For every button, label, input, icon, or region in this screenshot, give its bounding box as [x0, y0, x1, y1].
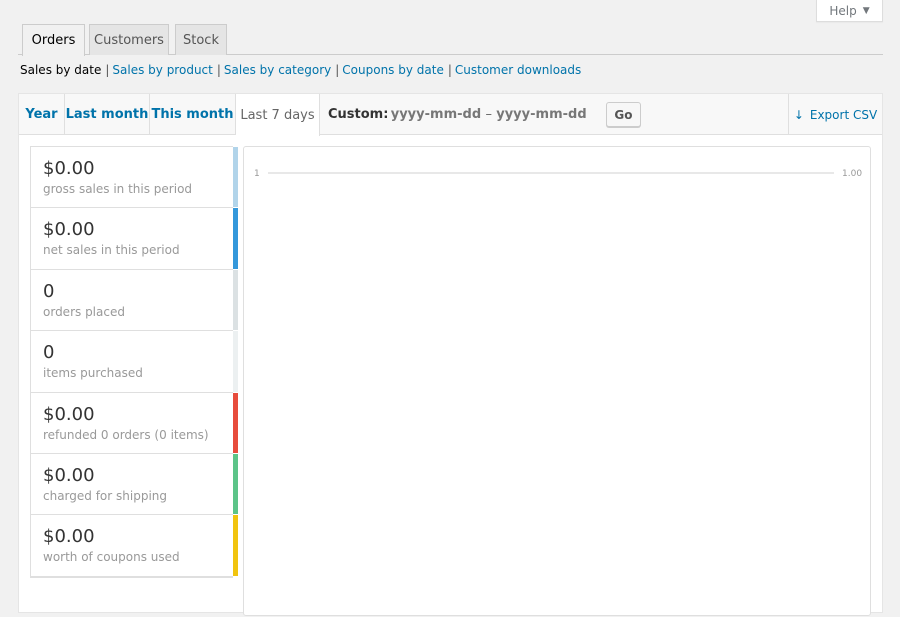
- caret-down-icon: ▼: [862, 5, 870, 16]
- legend-color-bar: [233, 208, 238, 269]
- range-label: Last month: [65, 107, 149, 122]
- legend-color-bar: [233, 147, 238, 208]
- subnav-sales-by-product[interactable]: Sales by product: [112, 63, 212, 77]
- legend-label: refunded 0 orders (0 items): [43, 427, 209, 442]
- legend-value: 0: [43, 342, 55, 364]
- report-subnav: Sales by date | Sales by product | Sales by …: [20, 63, 581, 77]
- custom-range: Custom: – Go: [328, 94, 641, 135]
- tab-customers[interactable]: Customers: [89, 24, 169, 55]
- legend-label: worth of coupons used: [43, 550, 180, 565]
- legend-gross-sales[interactable]: $0.00 gross sales in this period: [31, 147, 238, 209]
- report-tabs: Orders Customers Stock: [18, 24, 883, 56]
- download-arrow-icon: ↓: [793, 107, 804, 122]
- tab-label: Stock: [183, 32, 219, 48]
- legend-value: $0.00: [43, 526, 95, 548]
- sales-chart: 1 1.00: [243, 146, 871, 616]
- legend-color-bar: [233, 331, 238, 392]
- tab-stock[interactable]: Stock: [175, 24, 227, 55]
- legend-items-purchased[interactable]: 0 items purchased: [31, 331, 238, 393]
- go-button[interactable]: Go: [605, 102, 641, 127]
- subnav-current-sales-by-date: Sales by date: [20, 63, 102, 77]
- legend-label: items purchased: [43, 366, 143, 381]
- end-date-input[interactable]: [493, 107, 589, 122]
- legend-value: 0: [43, 280, 55, 302]
- legend-value: $0.00: [43, 403, 95, 425]
- legend-color-bar: [233, 515, 238, 576]
- legend-label: net sales in this period: [43, 243, 180, 258]
- separator: |: [447, 63, 452, 77]
- right-axis-tick-label: 1.00: [842, 169, 862, 179]
- legend-orders-placed[interactable]: 0 orders placed: [31, 269, 238, 332]
- legend-refunded[interactable]: $0.00 refunded 0 orders (0 items): [31, 392, 238, 454]
- separator: |: [216, 63, 221, 77]
- date-range-bar: Year Last month This month Last 7 days C…: [19, 94, 882, 136]
- export-label: Export CSV: [809, 107, 878, 122]
- range-label: This month: [151, 107, 234, 122]
- tab-orders[interactable]: Orders: [22, 24, 85, 56]
- separator: |: [335, 63, 340, 77]
- chart-legend: $0.00 gross sales in this period $0.00 n…: [30, 146, 238, 578]
- range-last-7-days[interactable]: Last 7 days: [236, 94, 320, 136]
- help-button[interactable]: Help ▼: [816, 0, 883, 22]
- legend-label: charged for shipping: [43, 488, 168, 503]
- tab-label: Orders: [31, 33, 76, 48]
- report-panel: Year Last month This month Last 7 days C…: [18, 93, 883, 616]
- custom-label: Custom:: [328, 107, 389, 122]
- range-this-month[interactable]: This month: [150, 94, 236, 135]
- legend-label: gross sales in this period: [43, 182, 193, 196]
- subnav-sales-by-category[interactable]: Sales by category: [224, 63, 331, 77]
- legend-value: $0.00: [43, 464, 95, 486]
- legend-color-bar: [233, 453, 238, 515]
- help-label: Help: [829, 3, 857, 18]
- legend-color-bar: [233, 392, 238, 453]
- legend-color-bar: [233, 269, 238, 331]
- chart-canvas: 1 1.00: [254, 169, 862, 179]
- separator: |: [105, 63, 110, 77]
- range-dash: –: [485, 107, 492, 122]
- range-year[interactable]: Year: [19, 94, 65, 135]
- tab-label: Customers: [94, 32, 164, 48]
- left-axis-tick-label: 1: [254, 169, 260, 179]
- range-last-month[interactable]: Last month: [65, 94, 150, 135]
- subnav-coupons-by-date[interactable]: Coupons by date: [342, 63, 444, 77]
- legend-shipping[interactable]: $0.00 charged for shipping: [31, 453, 238, 516]
- start-date-input[interactable]: [388, 107, 484, 122]
- legend-value: $0.00: [43, 219, 95, 241]
- legend-label: orders placed: [43, 304, 125, 319]
- legend-value: $0.00: [43, 158, 95, 179]
- legend-coupons[interactable]: $0.00 worth of coupons used: [31, 515, 238, 577]
- legend-net-sales[interactable]: $0.00 net sales in this period: [31, 208, 238, 270]
- range-label: Last 7 days: [240, 107, 315, 123]
- subnav-customer-downloads[interactable]: Customer downloads: [455, 63, 581, 77]
- export-csv-button[interactable]: ↓ Export CSV: [788, 94, 882, 135]
- range-label: Year: [25, 107, 58, 122]
